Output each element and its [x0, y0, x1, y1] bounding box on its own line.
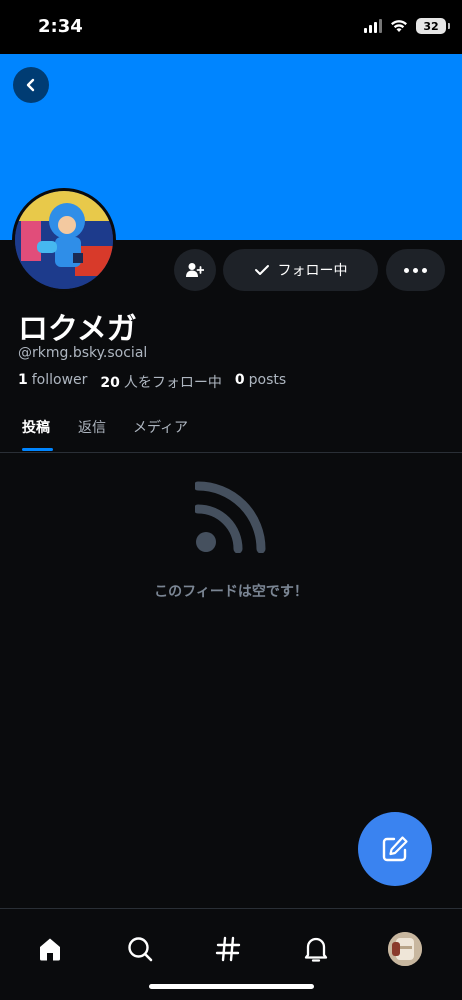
nav-home[interactable] — [30, 929, 70, 969]
compose-button[interactable] — [358, 812, 432, 886]
signal-icon — [364, 19, 382, 33]
nav-profile[interactable] — [385, 929, 425, 969]
tab-active-indicator — [22, 448, 53, 451]
tab-posts[interactable]: 投稿 — [22, 417, 50, 437]
compose-icon — [382, 836, 408, 862]
back-button[interactable] — [13, 67, 49, 103]
avatar — [388, 932, 422, 966]
add-user-button[interactable] — [174, 249, 216, 291]
profile-tabs: 投稿 返信 メディア — [0, 404, 462, 453]
home-icon — [40, 938, 60, 961]
display-name: ロクメガ — [18, 312, 137, 347]
search-icon — [128, 937, 153, 962]
tab-replies[interactable]: 返信 — [78, 417, 106, 437]
bell-icon — [304, 937, 328, 962]
profile-stats: 1 follower 20 人をフォロー中 0 posts — [18, 372, 286, 392]
posts-stat: 0 posts — [234, 372, 287, 388]
following-button-label: フォロー中 — [277, 263, 348, 279]
nav-search[interactable] — [120, 929, 160, 969]
home-indicator — [149, 984, 314, 989]
nav-notifications[interactable] — [296, 929, 336, 969]
hashtag-icon — [215, 936, 241, 962]
more-button[interactable] — [386, 249, 445, 291]
status-time: 2:34 — [38, 16, 83, 37]
status-bar: 2:34 32 — [0, 0, 462, 54]
empty-feed-message: このフィードは空です！ — [154, 584, 308, 600]
chevron-left-icon — [26, 78, 35, 92]
wifi-icon — [391, 20, 407, 32]
check-icon — [254, 265, 269, 275]
feed-icon — [195, 481, 266, 553]
more-icon — [404, 267, 409, 273]
profile-avatar[interactable] — [12, 188, 116, 292]
tab-media[interactable]: メディア — [133, 417, 188, 437]
following-button[interactable]: フォロー中 — [223, 249, 378, 291]
add-user-icon — [186, 263, 204, 277]
battery-indicator: 32 — [416, 18, 450, 34]
profile-handle: @rkmg.bsky.social — [18, 345, 148, 361]
nav-feeds[interactable] — [208, 929, 248, 969]
avatar-image — [15, 191, 113, 289]
followers-stat[interactable]: 1 follower — [18, 372, 87, 392]
status-icons: 32 — [364, 18, 450, 34]
following-stat[interactable]: 20 人をフォロー中 — [100, 372, 221, 392]
